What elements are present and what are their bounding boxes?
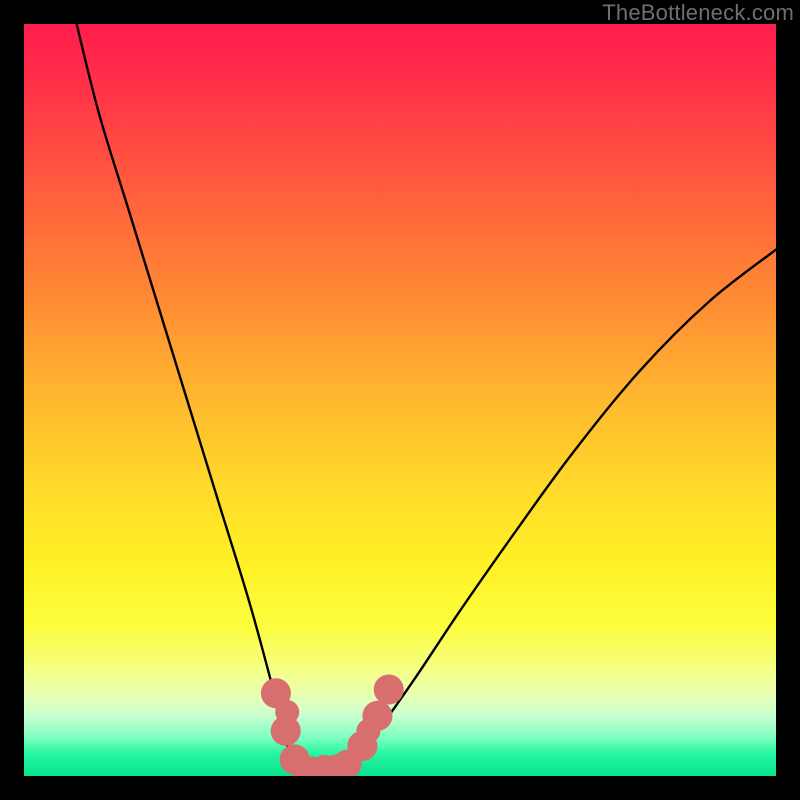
watermark-text: TheBottleneck.com [602, 0, 794, 26]
bottleneck-curve [77, 24, 776, 771]
highlight-dot [275, 700, 299, 724]
chart-plot-area [24, 24, 776, 776]
highlight-markers [261, 674, 404, 776]
chart-frame: TheBottleneck.com [0, 0, 800, 800]
highlight-dot [362, 701, 392, 731]
chart-svg [24, 24, 776, 776]
highlight-dot [374, 674, 404, 704]
